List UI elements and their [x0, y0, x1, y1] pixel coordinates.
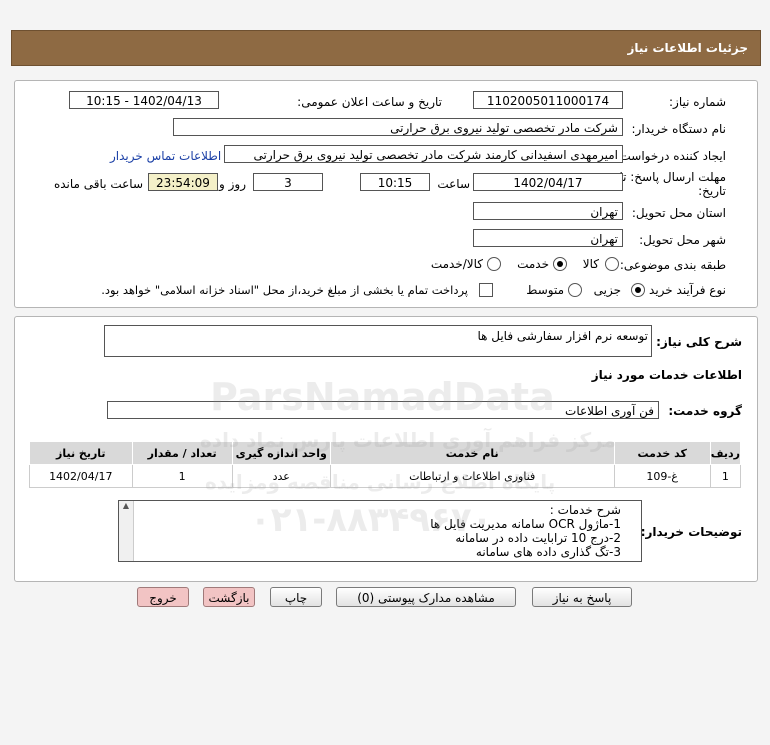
back-button[interactable]: بازگشت	[203, 587, 255, 607]
services-table: ردیف کد خدمت نام خدمت واحد اندازه گیری ت…	[29, 441, 742, 488]
treasury-payment-checkbox[interactable]	[479, 283, 493, 297]
category-label: طبقه بندی موضوعی:	[619, 258, 726, 272]
process-minor-label: جزیی	[593, 283, 621, 297]
col-header-service-name: نام خدمت	[329, 441, 615, 465]
category-goods-label: کالا	[582, 257, 599, 271]
view-attachments-button[interactable]: مشاهده مدارک پیوستی (0)	[336, 587, 516, 607]
col-header-service-code: کد خدمت	[613, 441, 711, 465]
category-service-radio[interactable]	[553, 257, 567, 271]
deadline-label: مهلت ارسال پاسخ: تا	[619, 170, 726, 184]
process-minor-radio[interactable]	[631, 283, 645, 297]
delivery-province-label: استان محل تحویل:	[631, 206, 726, 220]
need-number-field: 1102005011000174	[473, 91, 623, 109]
buyer-org-field: شرکت مادر تخصصی تولید نیروی برق حرارتی	[173, 118, 623, 136]
delivery-city-field: تهران	[473, 229, 623, 247]
cell-unit: عدد	[231, 464, 331, 488]
need-info-panel	[14, 80, 758, 308]
deadline-time-field: 10:15	[360, 173, 430, 191]
buyer-notes-box[interactable]: ▲ شرح خدمات : 1-ماژول OCR سامانه مدیریت …	[118, 500, 642, 562]
process-medium-label: متوسط	[526, 283, 564, 297]
deadline-time-label: ساعت	[437, 177, 470, 191]
request-creator-field: امیرمهدی اسفیدانی کارمند شرکت مادر تخصصی…	[224, 145, 623, 163]
cell-service-code: غ-109	[613, 464, 711, 488]
buyer-notes-scrollbar[interactable]: ▲	[119, 501, 134, 561]
cell-service-name: فناوری اطلاعات و ارتباطات	[329, 464, 615, 488]
process-type-label: نوع فرآیند خرید :	[641, 283, 726, 297]
exit-button[interactable]: خروج	[137, 587, 189, 607]
general-desc-label: شرح کلی نیاز:	[656, 335, 742, 349]
buyer-org-label: نام دستگاه خریدار:	[631, 122, 727, 136]
buyer-notes-label: توضیحات خریدار:	[640, 525, 742, 539]
request-creator-label: ایجاد کننده درخواست:	[615, 149, 726, 163]
category-goods-service-radio[interactable]	[487, 257, 501, 271]
page-title: جزئیات اطلاعات نیاز	[627, 41, 748, 55]
category-goods-service-label: کالا/خدمت	[430, 257, 483, 271]
print-button[interactable]: چاپ	[270, 587, 322, 607]
services-section-title: اطلاعات خدمات مورد نیاز	[591, 368, 742, 382]
service-group-label: گروه خدمت:	[668, 404, 742, 418]
buyer-contact-link[interactable]: اطلاعات تماس خریدار	[110, 149, 221, 163]
reply-button[interactable]: پاسخ به نیاز	[532, 587, 632, 607]
cell-quantity: 1	[131, 464, 233, 488]
service-group-field: فن آوری اطلاعات	[107, 401, 659, 419]
process-medium-radio[interactable]	[568, 283, 582, 297]
days-label: روز و	[219, 177, 246, 191]
buyer-notes-text: شرح خدمات : 1-ماژول OCR سامانه مدیریت فا…	[430, 503, 621, 559]
general-desc-text: توسعه نرم افزار سفارشی فایل ها	[477, 329, 648, 343]
delivery-province-field: تهران	[473, 202, 623, 220]
category-service-label: خدمت	[517, 257, 549, 271]
announce-datetime-field: 1402/04/13 - 10:15	[69, 91, 219, 109]
deadline-date-label: تاریخ:	[698, 184, 726, 198]
treasury-payment-note: پرداخت تمام یا بخشی از مبلغ خرید،از محل …	[101, 283, 468, 297]
col-header-quantity: تعداد / مقدار	[131, 441, 233, 465]
table-row: 1 غ-109 فناوری اطلاعات و ارتباطات عدد 1 …	[29, 464, 742, 488]
need-number-label: شماره نیاز:	[669, 95, 726, 109]
col-header-need-date: تاریخ نیاز	[29, 441, 133, 465]
deadline-date-field: 1402/04/17	[473, 173, 623, 191]
announce-datetime-label: تاریخ و ساعت اعلان عمومی:	[297, 95, 442, 109]
remaining-time-label: ساعت باقی مانده	[53, 177, 143, 191]
delivery-city-label: شهر محل تحویل:	[639, 233, 726, 247]
category-goods-radio[interactable]	[605, 257, 619, 271]
remaining-time-field: 23:54:09	[148, 173, 218, 191]
general-desc-box: توسعه نرم افزار سفارشی فایل ها	[104, 325, 652, 357]
table-header-row: ردیف کد خدمت نام خدمت واحد اندازه گیری ت…	[29, 441, 742, 465]
cell-need-date: 1402/04/17	[29, 464, 133, 488]
col-header-unit: واحد اندازه گیری	[231, 441, 331, 465]
col-header-row-number: ردیف	[709, 441, 742, 465]
cell-row-number: 1	[709, 464, 742, 488]
page-header: جزئیات اطلاعات نیاز	[11, 30, 761, 66]
remaining-days-field: 3	[253, 173, 323, 191]
